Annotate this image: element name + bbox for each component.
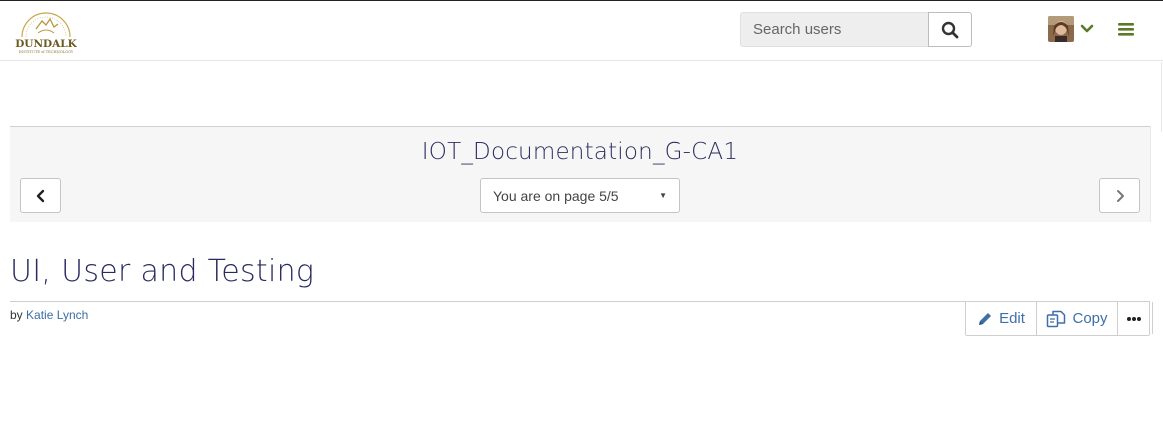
chevron-right-icon bbox=[1116, 189, 1124, 202]
institution-logo[interactable]: DUNDALK INSTITUTE of TECHNOLOGY bbox=[8, 7, 84, 55]
chevron-left-icon bbox=[36, 189, 44, 202]
collection-navigation: IOT_Documentation_G-CA1 You are on page … bbox=[10, 126, 1150, 222]
chevron-down-icon bbox=[1080, 24, 1094, 33]
site-header: DUNDALK INSTITUTE of TECHNOLOGY bbox=[0, 1, 1163, 61]
avatar-image-icon bbox=[1048, 16, 1074, 42]
logo-subtext: INSTITUTE of TECHNOLOGY bbox=[19, 50, 74, 54]
byline: by Katie Lynch bbox=[10, 308, 88, 322]
edit-label: Edit bbox=[999, 310, 1025, 327]
search-button[interactable] bbox=[928, 12, 972, 47]
dropdown-caret-icon: ▼ bbox=[659, 191, 667, 200]
search-icon bbox=[941, 21, 959, 38]
search-users-input[interactable] bbox=[740, 12, 929, 47]
page-title: UI, User and Testing bbox=[10, 254, 315, 289]
logo-emblem-icon: DUNDALK INSTITUTE of TECHNOLOGY bbox=[15, 12, 78, 54]
byline-prefix: by bbox=[10, 308, 23, 322]
page-select-label: You are on page 5/5 bbox=[493, 187, 619, 204]
logo-wordmark: DUNDALK bbox=[15, 38, 77, 50]
pencil-icon bbox=[979, 312, 992, 325]
user-avatar[interactable] bbox=[1048, 16, 1074, 42]
author-link[interactable]: Katie Lynch bbox=[26, 308, 88, 322]
page-select-dropdown[interactable]: You are on page 5/5 ▼ bbox=[480, 178, 680, 213]
page-actions: Edit Copy bbox=[965, 301, 1150, 336]
copy-button[interactable]: Copy bbox=[1037, 302, 1118, 335]
copy-label: Copy bbox=[1072, 310, 1108, 327]
hamburger-menu-icon bbox=[1118, 23, 1134, 36]
panel-edge bbox=[1150, 126, 1151, 222]
collection-title: IOT_Documentation_G-CA1 bbox=[421, 139, 739, 165]
user-menu-toggle[interactable] bbox=[1079, 21, 1095, 37]
previous-page-button[interactable] bbox=[20, 178, 61, 213]
content-edge bbox=[1152, 302, 1153, 334]
scroll-edge bbox=[1161, 62, 1162, 132]
next-page-button[interactable] bbox=[1099, 178, 1140, 213]
more-options-icon bbox=[1126, 316, 1141, 321]
main-menu-button[interactable] bbox=[1116, 19, 1136, 39]
copy-icon bbox=[1047, 310, 1066, 327]
more-options-button[interactable] bbox=[1118, 302, 1149, 335]
edit-button[interactable]: Edit bbox=[966, 302, 1037, 335]
user-search bbox=[740, 12, 972, 47]
